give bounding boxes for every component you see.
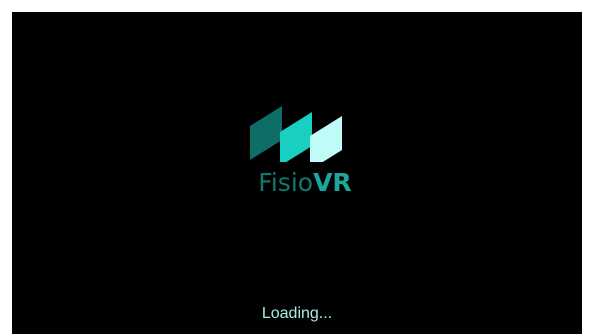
app-frame: FisioVR Loading... <box>0 0 592 334</box>
brand-logo: FisioVR <box>250 92 360 208</box>
brand-wordmark-fisio: Fisio <box>258 168 314 197</box>
brand-wordmark: FisioVR <box>250 168 360 198</box>
logo-stripe-dark <box>250 106 282 160</box>
logo-stripe-mid <box>280 112 312 162</box>
loading-status-text: Loading... <box>261 305 333 322</box>
logo-stripe-light <box>310 116 342 162</box>
fisiovr-logo-icon <box>250 106 342 162</box>
brand-wordmark-vr: VR <box>313 168 352 197</box>
loading-screen: FisioVR Loading... <box>12 12 582 334</box>
